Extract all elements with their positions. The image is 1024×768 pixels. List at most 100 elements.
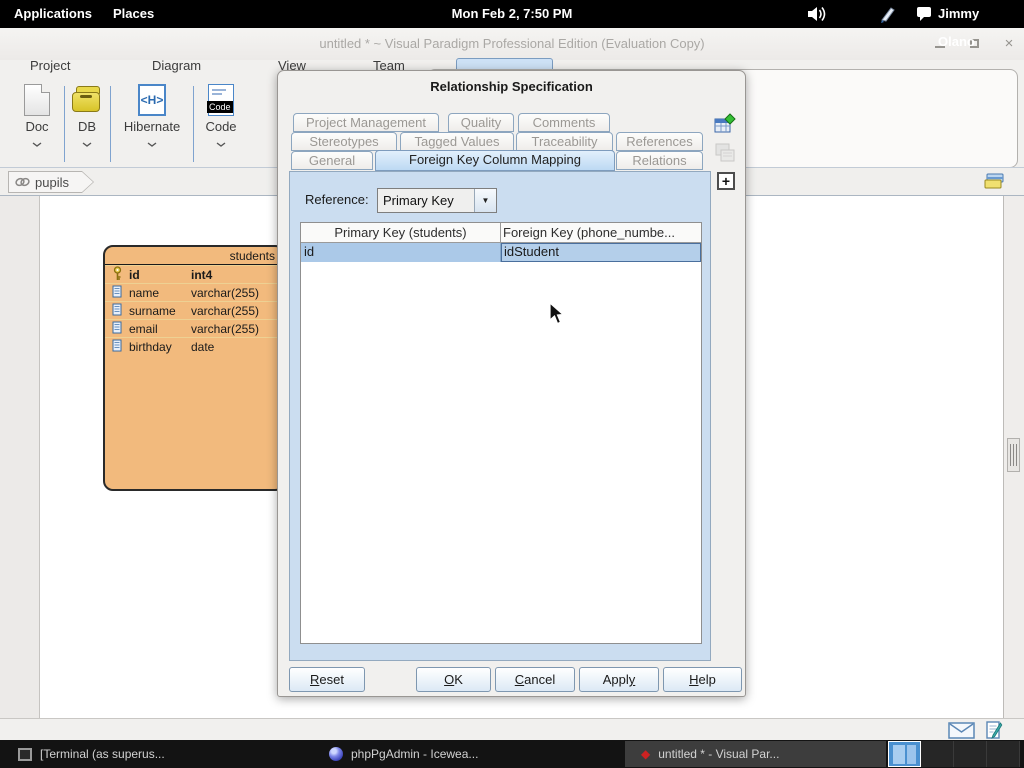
vp-titlebar: untitled * ~ Visual Paradigm Professiona… [0,28,1024,60]
workspace-2[interactable] [921,741,954,767]
clock[interactable]: Mon Feb 2, 7:50 PM [0,0,1024,28]
chevron-down-icon [82,142,92,147]
column-type: date [191,340,283,354]
tool-palette [0,196,40,718]
column-name: email [129,322,191,336]
tab-foreign-key-column-mapping[interactable]: Foreign Key Column Mapping [375,150,615,171]
workspace-switcher [888,741,1020,767]
entity-title: students [105,247,283,265]
tab-relations[interactable]: Relations [616,151,703,170]
workspace-3[interactable] [954,741,987,767]
apply-button[interactable]: Apply [579,667,659,692]
help-button[interactable]: Help [663,667,742,692]
panel-splitter-grip[interactable] [1007,438,1020,472]
database-icon [72,86,102,114]
dropdown-arrow-icon[interactable]: ▼ [474,189,496,212]
taskbar-item-label: [Terminal (as superus... [40,747,165,761]
column-name: birthday [129,340,191,354]
doc-icon [24,84,50,116]
code-icon: Code [208,84,234,116]
workspace-1[interactable] [888,741,921,767]
tab-traceability[interactable]: Traceability [516,132,613,151]
chevron-down-icon [216,142,226,147]
close-icon: × [1000,36,1018,52]
reset-button[interactable]: Reset [289,667,365,692]
tab-stereotypes[interactable]: Stereotypes [291,132,397,151]
add-mapping-icon[interactable] [713,113,737,137]
dialog-title: Relationship Specification [278,79,745,94]
volume-icon[interactable] [806,4,828,27]
taskbar-item-label: phpPgAdmin - Icewea... [351,747,478,761]
cell-foreign-key-focused[interactable]: idStudent [501,243,701,262]
reference-value: Primary Key [383,189,454,212]
reference-label: Reference: [305,192,369,207]
chevron-down-icon [147,142,157,147]
entity-column-row[interactable]: name varchar(255) [105,283,283,301]
entity-column-row[interactable]: birthday date [105,337,283,355]
layers-icon[interactable] [984,172,1006,192]
toolbar-separator [64,86,65,162]
window-list-taskbar: [Terminal (as superus... phpPgAdmin - Ic… [0,740,1024,768]
diagram-tab-pupils[interactable]: pupils [8,171,94,193]
column-type: varchar(255) [191,322,283,336]
terminal-icon [18,748,32,761]
gnome-top-panel: Applications Places Mon Feb 2, 7:50 PM J… [0,0,1024,28]
tab-quality[interactable]: Quality [448,113,514,132]
diagram-tab-label: pupils [35,175,69,190]
tab-comments[interactable]: Comments [518,113,610,132]
entity-column-row[interactable]: id int4 [105,265,283,283]
toolbar-hibernate-label: Hibernate [113,119,191,134]
toolbar-doc-label: Doc [12,119,62,134]
header-primary-key[interactable]: Primary Key (students) [301,223,501,242]
tab-project-management[interactable]: Project Management [293,113,439,132]
column-icon [112,303,126,319]
tab-general[interactable]: General [291,151,373,170]
mapping-row-selected[interactable]: id idStudent [301,243,701,262]
tab-tagged-values[interactable]: Tagged Values [400,132,514,151]
mapping-table: Primary Key (students) Foreign Key (phon… [300,222,702,644]
entity-column-row[interactable]: surname varchar(255) [105,301,283,319]
entity-column-row[interactable]: email varchar(255) [105,319,283,337]
taskbar-item-visual-paradigm[interactable]: ◆ untitled * - Visual Par... [625,741,886,767]
header-foreign-key[interactable]: Foreign Key (phone_numbe... [501,223,701,242]
close-button[interactable]: × [1000,36,1018,52]
input-method-icon[interactable] [878,4,898,27]
cancel-button[interactable]: Cancel [495,667,575,692]
reference-dropdown[interactable]: Primary Key ▼ [377,188,497,213]
mapping-table-header: Primary Key (students) Foreign Key (phon… [301,223,701,243]
toolbar-separator [193,86,194,162]
column-type: varchar(255) [191,286,283,300]
cell-primary-key[interactable]: id [301,243,501,262]
workspace-4[interactable] [987,741,1020,767]
column-icon [112,285,126,301]
visual-paradigm-icon: ◆ [641,747,650,761]
toolbar-doc-button[interactable]: Doc [12,84,62,152]
iceweasel-icon [329,747,343,761]
expand-button[interactable]: + [717,172,735,190]
tab-references[interactable]: References [616,132,703,151]
column-name: name [129,286,191,300]
ok-button[interactable]: OK [416,667,491,692]
mapping-panel: Reference: Primary Key ▼ Primary Key (st… [289,171,711,661]
taskbar-item-phppgadmin[interactable]: phpPgAdmin - Icewea... [313,741,623,767]
chevron-down-icon [32,142,42,147]
toolbar-code-button[interactable]: Code Code [196,84,246,152]
relationship-specification-dialog: Relationship Specification Project Manag… [277,70,746,697]
toolbar-db-button[interactable]: DB [66,84,108,152]
column-name: surname [129,304,191,318]
entity-students[interactable]: students id int4 name varchar(255) surna… [103,245,285,491]
column-icon [112,339,126,355]
link-icon [15,176,30,188]
code-badge: Code [207,101,233,113]
user-menu[interactable]: Jimmy Olano [930,0,1024,28]
taskbar-item-terminal[interactable]: [Terminal (as superus... [2,741,310,767]
column-icon [112,321,126,337]
window-title: untitled * ~ Visual Paradigm Professiona… [0,28,1024,60]
menu-diagram[interactable]: Diagram [152,58,201,74]
taskbar-item-label: untitled * - Visual Par... [658,747,779,761]
desktop: Applications Places Mon Feb 2, 7:50 PM J… [0,0,1024,768]
menu-project[interactable]: Project [30,58,70,74]
vp-statusbar [0,718,1024,740]
toolbar-hibernate-button[interactable]: <H> Hibernate [113,84,191,152]
hibernate-icon: <H> [138,84,166,116]
